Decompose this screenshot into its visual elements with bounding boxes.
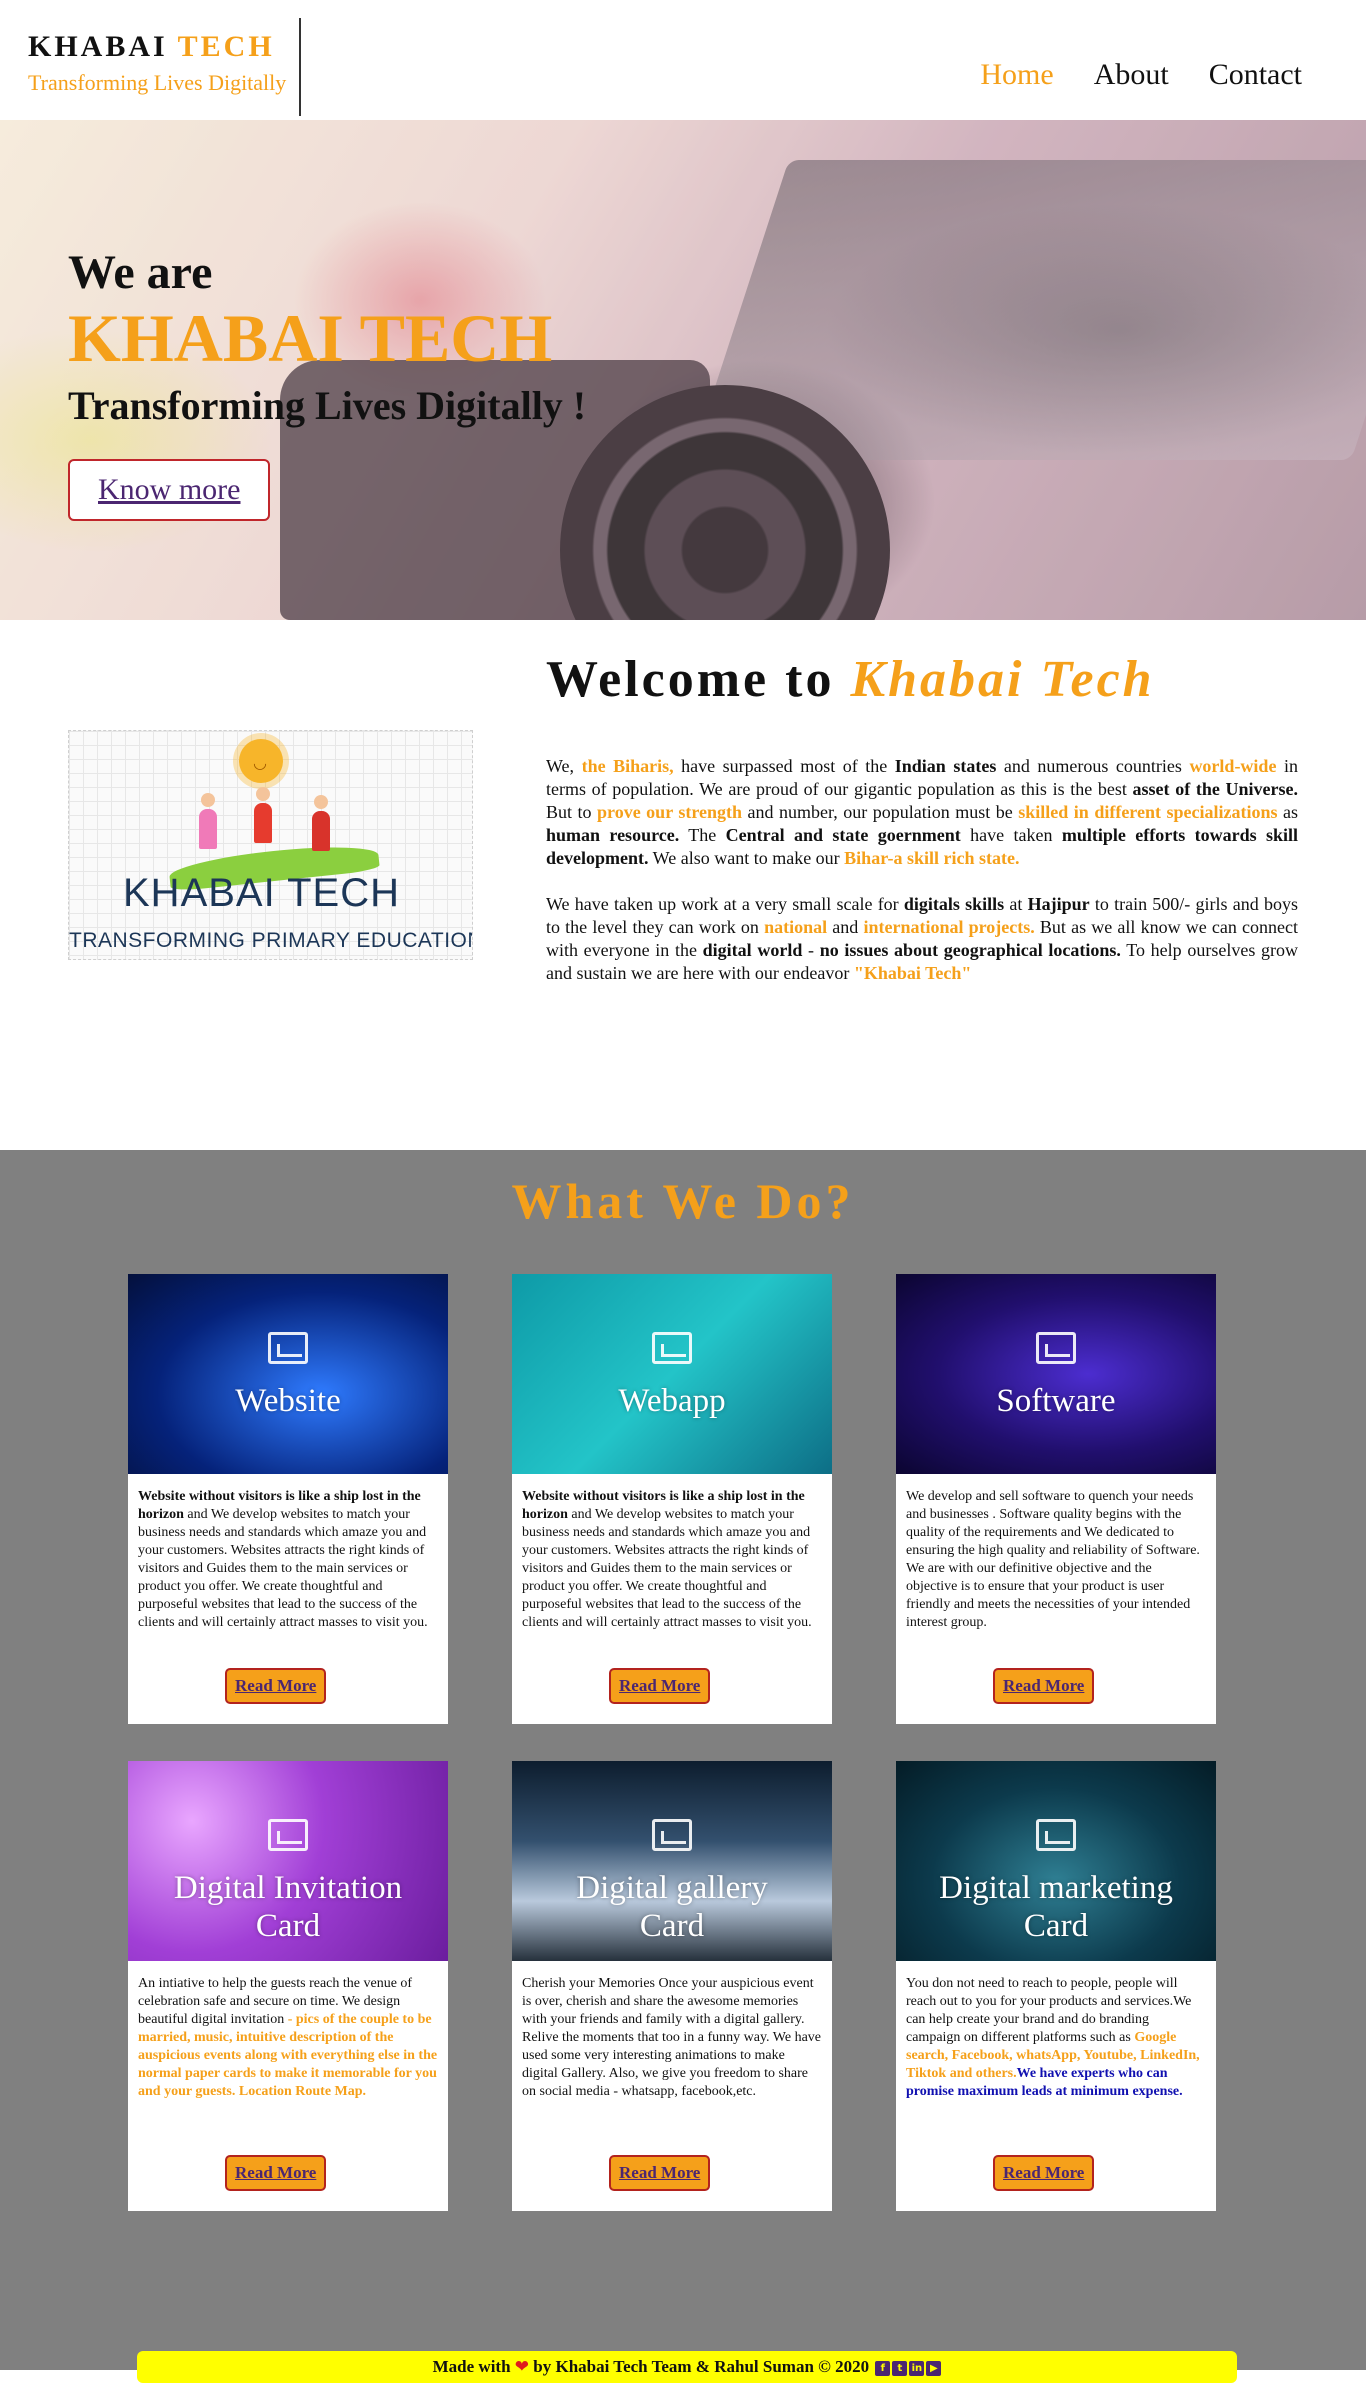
hero-kicker: We are: [68, 246, 213, 299]
hero-subtitle: Transforming Lives Digitally !: [68, 383, 587, 428]
read-more-button[interactable]: Read More: [225, 1668, 327, 1704]
heart-icon: ❤: [514, 2357, 530, 2377]
nav-contact[interactable]: Contact: [1209, 58, 1302, 92]
brand-divider: [299, 18, 301, 116]
card-label: Webapp: [618, 1383, 726, 1419]
read-more-button[interactable]: Read More: [225, 2155, 327, 2191]
image-icon: [268, 1819, 308, 1851]
site-footer: Made with ❤ by Khabai Tech Team & Rahul …: [137, 2351, 1237, 2383]
youtube-icon[interactable]: ▶: [926, 2360, 942, 2376]
footer-credits: by Khabai Tech Team & Rahul Suman: [533, 2357, 814, 2376]
image-icon: [652, 1332, 692, 1364]
about-description: We, the Biharis, have surpassed most of …: [546, 755, 1298, 1008]
service-card-software: Software We develop and sell software to…: [896, 1274, 1216, 1724]
read-more-button[interactable]: Read More: [993, 2155, 1095, 2191]
child-figure-icon: [254, 787, 272, 843]
main-nav: Home About Contact: [980, 58, 1302, 92]
child-figure-icon: [312, 795, 330, 851]
hero-content: We are KHABAI TECH Transforming Lives Di…: [68, 245, 586, 521]
facebook-icon[interactable]: f: [875, 2360, 891, 2376]
logo-text: KHABAI TECH: [123, 871, 400, 915]
software-card-image: Software: [896, 1274, 1216, 1474]
services-title: What We Do?: [511, 1173, 855, 1229]
card-label: Website: [235, 1383, 341, 1419]
card-description: You don not need to reach to people, peo…: [906, 1976, 1200, 2099]
card-label: Digital gallery Card: [576, 1870, 768, 1944]
image-icon: [1036, 1819, 1076, 1851]
nav-home[interactable]: Home: [980, 58, 1053, 92]
site-header: KHABAI TECH Transforming Lives Digitally…: [0, 0, 1366, 120]
card-description: An intiative to help the guests reach th…: [138, 1976, 438, 2099]
service-card-digital-gallery: Digital gallery Card Cherish your Memorie…: [512, 1761, 832, 2211]
brand[interactable]: KHABAI TECH Transforming Lives Digitally: [28, 30, 286, 96]
footer-copyright: ©: [818, 2357, 831, 2376]
webapp-card-image: Webapp: [512, 1274, 832, 1474]
service-card-digital-marketing: Digital marketing Card You don not need t…: [896, 1761, 1216, 2211]
read-more-button[interactable]: Read More: [993, 1668, 1095, 1704]
card-description: Website without visitors is like a ship …: [138, 1489, 428, 1630]
nav-about[interactable]: About: [1094, 58, 1169, 92]
card-description: Website without visitors is like a ship …: [522, 1489, 812, 1630]
about-section: ◡ KHABAI TECH TRANSFORMING PRIMARY EDUCA…: [0, 620, 1366, 1150]
sun-face-icon: ◡: [253, 753, 267, 772]
brand-name-main: KHABAI: [28, 30, 168, 63]
brand-tagline: Transforming Lives Digitally: [28, 70, 287, 95]
card-label: Digital Invitation Card: [173, 1870, 403, 1944]
card-description: Cherish your Memories Once your auspicio…: [522, 1976, 822, 2099]
brand-name-accent: TECH: [177, 30, 275, 63]
about-title-accent: Khabai Tech: [850, 651, 1155, 708]
brand-name: KHABAI TECH: [28, 30, 286, 64]
read-more-button[interactable]: Read More: [609, 1668, 711, 1704]
about-title-prefix: Welcome to: [546, 651, 835, 708]
marketing-card-image: Digital marketing Card: [896, 1761, 1216, 1961]
services-section: What We Do? Website Website without visi…: [0, 1150, 1366, 2370]
service-card-webapp: Webapp Website without visitors is like …: [512, 1274, 832, 1724]
hero-title: KHABAI TECH: [68, 300, 553, 376]
footer-year: 2020: [835, 2357, 870, 2376]
read-more-button[interactable]: Read More: [609, 2155, 711, 2191]
card-label: Software: [996, 1383, 1116, 1419]
service-card-website: Website Website without visitors is like…: [128, 1274, 448, 1724]
hero-banner: We are KHABAI TECH Transforming Lives Di…: [0, 120, 1366, 620]
khabai-tech-logo-image: ◡ KHABAI TECH TRANSFORMING PRIMARY EDUCA…: [68, 730, 473, 960]
invitation-card-image: Digital Invitation Card: [128, 1761, 448, 1961]
image-icon: [1036, 1332, 1076, 1364]
twitter-icon[interactable]: t: [892, 2360, 908, 2376]
about-paragraph-1: We, the Biharis, have surpassed most of …: [546, 756, 1298, 868]
image-icon: [268, 1332, 308, 1364]
about-paragraph-2: We have taken up work at a very small sc…: [546, 894, 1298, 983]
gallery-card-image: Digital gallery Card: [512, 1761, 832, 1961]
know-more-button[interactable]: Know more: [68, 459, 271, 521]
child-figure-icon: [199, 793, 217, 849]
image-icon: [652, 1819, 692, 1851]
logo-subtext: TRANSFORMING PRIMARY EDUCATION: [69, 929, 473, 952]
website-card-image: Website: [128, 1274, 448, 1474]
service-card-digital-invitation: Digital Invitation Card An intiative to h…: [128, 1761, 448, 2211]
card-label: Digital marketing Card: [939, 1870, 1173, 1944]
footer-made-with: Made with: [432, 2357, 511, 2376]
card-description: We develop and sell software to quench y…: [906, 1489, 1200, 1630]
about-title: Welcome to Khabai Tech: [546, 650, 1155, 709]
linkedin-icon[interactable]: in: [909, 2360, 925, 2376]
